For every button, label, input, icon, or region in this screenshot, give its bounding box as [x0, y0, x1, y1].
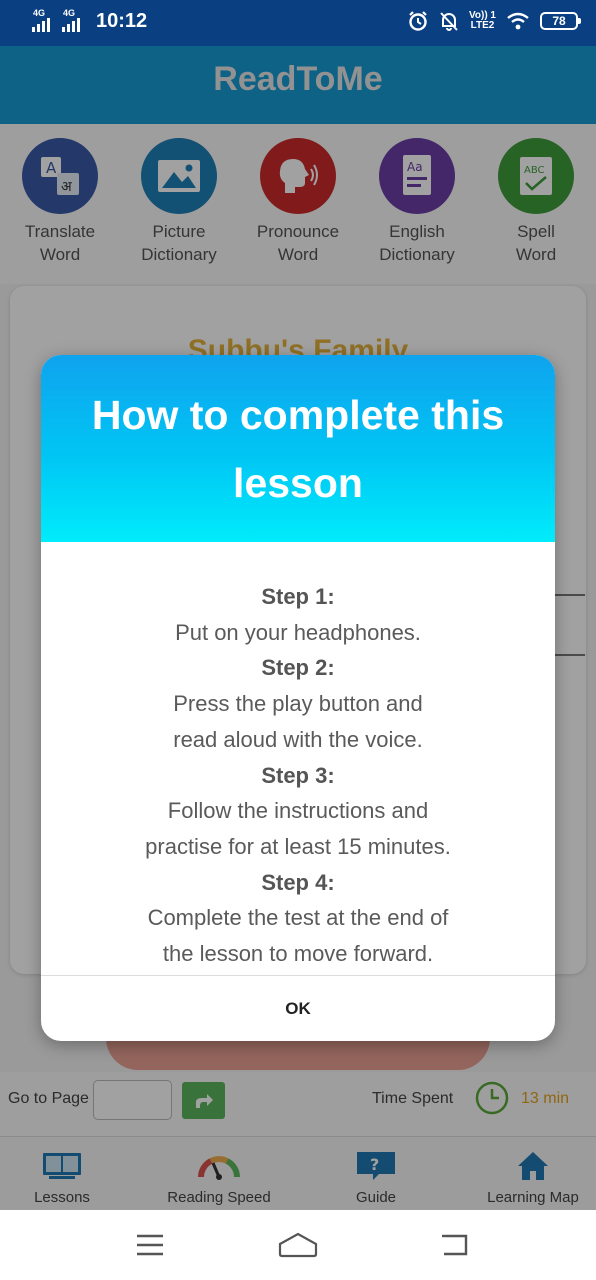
status-right: Vo)) 1 LTE2 78: [407, 10, 581, 32]
step-text: Follow the instructions and: [167, 798, 429, 824]
menu-icon: [137, 1234, 163, 1256]
step-heading: Step 4:: [261, 869, 335, 895]
step-heading: Step 3:: [261, 762, 335, 788]
ok-button[interactable]: OK: [245, 989, 351, 1029]
battery-indicator: 78: [540, 12, 581, 30]
step-heading: Step 2:: [261, 655, 335, 681]
step-text: Press the play button and: [173, 691, 423, 717]
signal-icon: 4G: [32, 8, 56, 34]
lesson-instructions-dialog: How to complete this lesson Step 1: Put …: [41, 355, 555, 1041]
status-left: 4G 4G 10:12: [32, 8, 147, 34]
signal-icon: 4G: [62, 8, 86, 34]
dialog-footer: OK: [41, 975, 555, 1041]
step-text: practise for at least 15 minutes.: [145, 833, 451, 859]
volte-indicator: Vo)) 1 LTE2: [469, 11, 496, 31]
step-text: read aloud with the voice.: [173, 726, 423, 752]
menu-button[interactable]: [130, 1230, 170, 1260]
mute-notification-icon: [440, 12, 458, 31]
alarm-icon: [409, 11, 427, 31]
home-button[interactable]: [278, 1230, 318, 1260]
back-button[interactable]: [434, 1230, 474, 1260]
network-type: 4G: [33, 8, 46, 18]
network-type: 4G: [63, 8, 76, 18]
wifi-icon: [507, 12, 529, 30]
step-text: Complete the test at the end of: [147, 905, 449, 931]
home-outline-icon: [278, 1232, 318, 1258]
back-icon: [442, 1234, 468, 1256]
dialog-header: How to complete this lesson: [41, 355, 555, 542]
volte-line: LTE2: [470, 20, 495, 31]
step-heading: Step 1:: [261, 584, 335, 609]
status-time: 10:12: [96, 9, 148, 32]
step-text: Put on your headphones.: [175, 619, 421, 645]
dialog-body: Step 1: Put on your headphones. Step 2: …: [41, 579, 555, 972]
step-text: the lesson to move forward.: [162, 941, 434, 967]
system-navigation-bar: [0, 1210, 596, 1280]
dialog-title: How to complete this lesson: [91, 391, 505, 506]
status-bar: 4G 4G 10:12 Vo)) 1 LTE2 78: [0, 0, 596, 46]
